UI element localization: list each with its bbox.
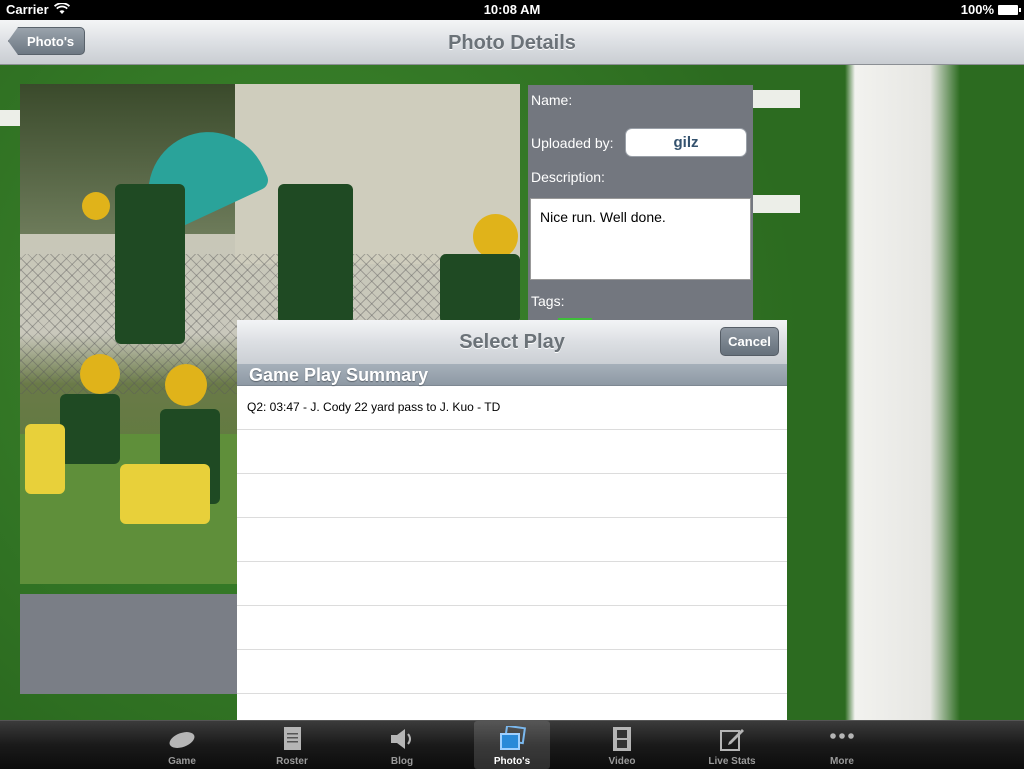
tab-label: Video bbox=[608, 756, 636, 767]
tab-label: Photo's bbox=[493, 756, 531, 767]
table-row[interactable] bbox=[237, 562, 787, 606]
caption-panel bbox=[20, 594, 237, 694]
table-row[interactable] bbox=[237, 650, 787, 694]
clock: 10:08 AM bbox=[483, 2, 541, 17]
tab-label: Blog bbox=[390, 756, 414, 767]
speaker-icon bbox=[391, 729, 411, 749]
uploaded-by-field[interactable]: gilz bbox=[625, 128, 747, 157]
table-row[interactable] bbox=[237, 694, 787, 720]
more-icon bbox=[830, 733, 854, 739]
table-row[interactable]: Q2: 03:47 - J. Cody 22 yard pass to J. K… bbox=[237, 386, 787, 430]
name-label: Name: bbox=[531, 92, 573, 108]
page-title: Photo Details bbox=[448, 32, 576, 54]
football-icon bbox=[169, 732, 195, 748]
tab-label: Live Stats bbox=[708, 756, 756, 767]
tab-label: Game bbox=[168, 756, 196, 767]
photos-icon bbox=[500, 726, 526, 750]
tab-bar: Game Roster Blog Photo's Video Live Stat… bbox=[0, 720, 1024, 769]
table-row[interactable] bbox=[237, 430, 787, 474]
tab-game[interactable]: Game bbox=[144, 721, 220, 769]
tab-live-stats[interactable]: Live Stats bbox=[694, 721, 770, 769]
table-row[interactable] bbox=[237, 606, 787, 650]
details-panel: Name: Uploaded by: gilz Description: Nic… bbox=[528, 85, 753, 325]
tab-label: Roster bbox=[276, 756, 308, 767]
cancel-button[interactable]: Cancel bbox=[720, 327, 779, 356]
tab-photos[interactable]: Photo's bbox=[474, 721, 550, 769]
navigation-bar: Photo's Photo Details bbox=[0, 20, 1024, 65]
compose-icon bbox=[720, 729, 744, 751]
status-bar: Carrier 10:08 AM 100% bbox=[0, 0, 1024, 20]
battery-icon bbox=[998, 5, 1021, 15]
film-icon bbox=[613, 727, 631, 751]
uploaded-by-label: Uploaded by: bbox=[531, 135, 614, 151]
document-icon bbox=[284, 727, 301, 750]
popover-header: Select Play Cancel bbox=[237, 320, 787, 365]
select-play-popover: Select Play Cancel Game Play Summary Q2:… bbox=[237, 320, 787, 720]
table-row[interactable] bbox=[237, 474, 787, 518]
play-list: Q2: 03:47 - J. Cody 22 yard pass to J. K… bbox=[237, 386, 787, 720]
battery-percent: 100% bbox=[960, 2, 994, 17]
tab-video[interactable]: Video bbox=[584, 721, 660, 769]
description-field[interactable]: Nice run. Well done. bbox=[530, 198, 751, 280]
popover-title: Select Play bbox=[459, 331, 565, 353]
tags-label: Tags: bbox=[531, 293, 565, 309]
tab-label: More bbox=[830, 756, 854, 767]
description-label: Description: bbox=[531, 169, 605, 185]
section-header: Game Play Summary bbox=[237, 364, 787, 386]
tab-more[interactable]: More bbox=[804, 721, 880, 769]
tab-roster[interactable]: Roster bbox=[254, 721, 330, 769]
table-row[interactable] bbox=[237, 518, 787, 562]
tab-blog[interactable]: Blog bbox=[364, 721, 440, 769]
